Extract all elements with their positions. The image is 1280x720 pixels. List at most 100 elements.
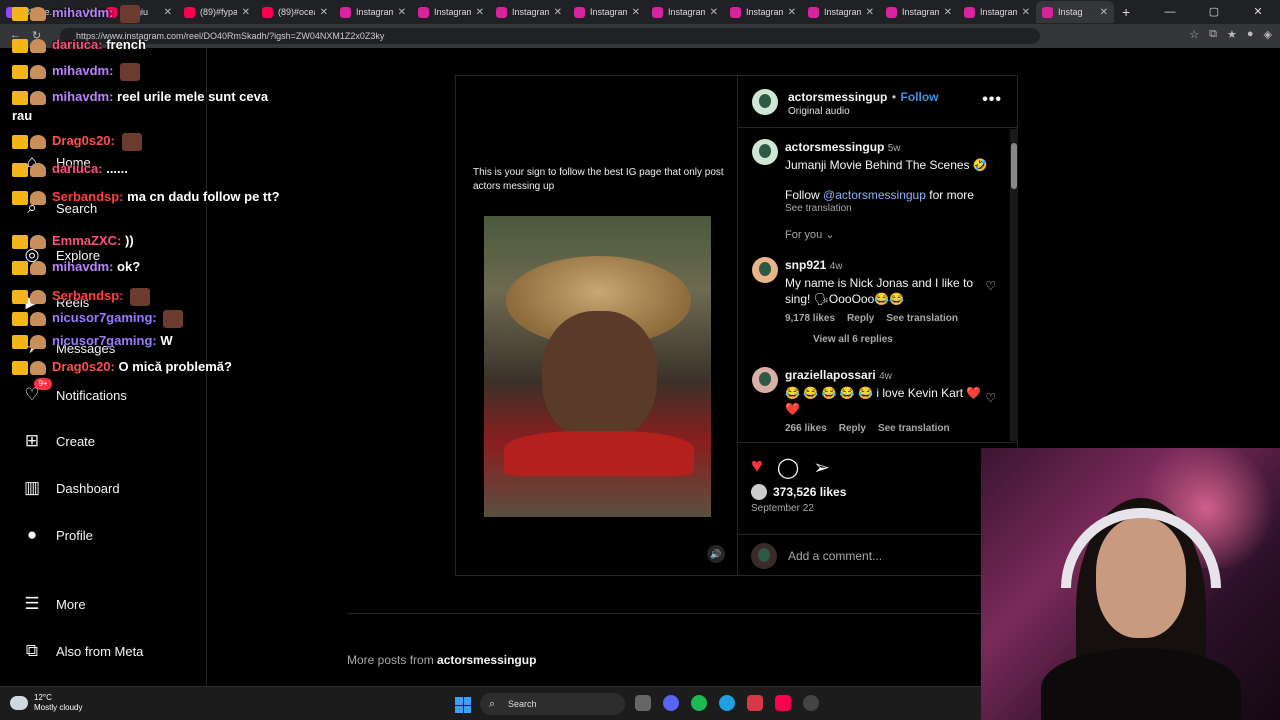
tab-close-icon[interactable]: ✕ <box>1100 7 1108 18</box>
chat-message: nicusor7gaming: <box>12 309 282 328</box>
browser-tab[interactable]: Instagram ✕ <box>490 1 568 23</box>
sidebar-item-more[interactable]: ☰ More <box>22 592 85 616</box>
more-posts-user[interactable]: actorsmessingup <box>437 653 536 667</box>
view-replies[interactable]: View all 6 replies <box>813 334 893 345</box>
author-username[interactable]: actorsmessingup <box>788 90 887 104</box>
chat-username[interactable]: dariuca: <box>52 37 103 52</box>
comment-avatar[interactable] <box>752 257 778 283</box>
discord-icon[interactable] <box>663 695 679 711</box>
favorites-icon[interactable]: ★ <box>1227 28 1237 41</box>
tab-close-icon[interactable]: ✕ <box>476 7 484 18</box>
browser-tab[interactable]: Instagram ✕ <box>334 1 412 23</box>
window-controls: — ▢ ✕ <box>1148 0 1280 24</box>
tab-close-icon[interactable]: ✕ <box>944 7 952 18</box>
extensions-icon[interactable]: ⧉ <box>1209 28 1217 41</box>
for-you-dropdown[interactable]: For you ⌄ <box>785 228 1000 241</box>
chat-username[interactable]: nicusor7gaming: <box>52 310 157 325</box>
minimize-icon[interactable]: — <box>1148 0 1192 24</box>
comments-scrollbar[interactable] <box>1010 129 1018 441</box>
share-icon[interactable]: ➢ <box>813 455 830 480</box>
maximize-icon[interactable]: ▢ <box>1192 0 1236 24</box>
comment-reply[interactable]: Reply <box>839 423 866 434</box>
chat-username[interactable]: Serbandsp: <box>52 288 124 303</box>
chat-username[interactable]: dariuca: <box>52 161 103 176</box>
copilot-icon[interactable]: ◈ <box>1264 28 1272 41</box>
chat-username[interactable]: Serbandsp: <box>52 189 124 204</box>
more-options-icon[interactable]: ••• <box>982 91 1002 109</box>
sidebar-item-also-from-meta[interactable]: ⧉ Also from Meta <box>22 639 144 663</box>
spotify-icon[interactable] <box>691 695 707 711</box>
chat-username[interactable]: Drag0s20: <box>52 133 115 148</box>
menu-icon: ☰ <box>24 594 40 613</box>
follow-button[interactable]: Follow <box>900 90 938 104</box>
likes-count[interactable]: 373,526 likes <box>773 485 846 499</box>
chat-username[interactable]: mihavdm: <box>52 89 113 104</box>
sidebar-item-notifications[interactable]: ♡ Notifications <box>22 383 126 407</box>
taskbar-search[interactable]: ⌕ Search <box>480 693 625 715</box>
tab-favicon-icon <box>340 6 351 18</box>
tab-close-icon[interactable]: ✕ <box>554 7 562 18</box>
tab-close-icon[interactable]: ✕ <box>398 7 406 18</box>
sidebar-item-dashboard[interactable]: ▥ Dashboard <box>22 476 120 500</box>
browser-tab[interactable]: Instagram ✕ <box>958 1 1036 23</box>
browser-tab[interactable]: Instag ✕ <box>1036 1 1114 23</box>
weather-widget[interactable]: 12°C Mostly cloudy <box>10 693 82 713</box>
comment-username[interactable]: graziellapossari <box>785 368 876 382</box>
audio-label[interactable]: Original audio <box>788 106 938 117</box>
comment-likes[interactable]: 266 likes <box>785 423 827 434</box>
volume-icon[interactable]: 🔊 <box>707 545 725 563</box>
comment-likes[interactable]: 9,178 likes <box>785 313 835 324</box>
browser-tab[interactable]: Instagram ✕ <box>412 1 490 23</box>
chat-badges <box>12 89 49 107</box>
profile-icon[interactable]: ● <box>1247 28 1254 41</box>
windows-start-icon[interactable] <box>455 697 471 713</box>
star-icon[interactable]: ☆ <box>1189 28 1199 41</box>
tab-close-icon[interactable]: ✕ <box>632 7 640 18</box>
file-explorer-icon[interactable] <box>635 695 651 711</box>
comment-see-translation[interactable]: See translation <box>886 313 958 324</box>
browser-tab[interactable]: Instagram ✕ <box>724 1 802 23</box>
comment-avatar[interactable] <box>752 367 778 393</box>
edge-icon[interactable] <box>719 695 735 711</box>
like-heart-icon[interactable]: ♥ <box>751 455 763 480</box>
app-icon[interactable] <box>747 695 763 711</box>
comment-icon[interactable]: ◯ <box>777 455 799 480</box>
reel-video[interactable] <box>484 216 711 517</box>
browser-tab[interactable]: Instagram ✕ <box>880 1 958 23</box>
new-tab-button[interactable]: + <box>1122 4 1130 20</box>
close-icon[interactable]: ✕ <box>1236 0 1280 24</box>
tab-close-icon[interactable]: ✕ <box>788 7 796 18</box>
comment-like-icon[interactable]: ♡ <box>985 279 996 293</box>
chat-username[interactable]: EmmaZXC: <box>52 233 121 248</box>
tab-close-icon[interactable]: ✕ <box>866 7 874 18</box>
obs-icon[interactable] <box>803 695 819 711</box>
chat-username[interactable]: mihavdm: <box>52 259 113 274</box>
chat-username[interactable]: mihavdm: <box>52 5 113 20</box>
tiktok-icon[interactable] <box>775 695 791 711</box>
sidebar-item-profile[interactable]: ● Profile <box>22 523 93 547</box>
tab-close-icon[interactable]: ✕ <box>320 7 328 18</box>
sidebar-item-create[interactable]: ⊞ Create <box>22 429 95 453</box>
caption-see-translation[interactable]: See translation <box>785 203 1000 214</box>
chat-username[interactable]: mihavdm: <box>52 63 113 78</box>
browser-tab[interactable]: Instagram ✕ <box>568 1 646 23</box>
comment-username[interactable]: snp921 <box>785 258 826 272</box>
comment-see-translation[interactable]: See translation <box>878 423 950 434</box>
scroll-thumb[interactable] <box>1011 143 1017 189</box>
author-avatar[interactable] <box>752 89 778 115</box>
browser-tab[interactable]: Instagram ✕ <box>802 1 880 23</box>
tab-close-icon[interactable]: ✕ <box>710 7 718 18</box>
comment-reply[interactable]: Reply <box>847 313 874 324</box>
browser-tab[interactable]: Instagram ✕ <box>646 1 724 23</box>
caption-avatar[interactable] <box>752 139 778 165</box>
chat-username[interactable]: Drag0s20: <box>52 359 115 374</box>
chat-username[interactable]: nicusor7gaming: <box>52 333 157 348</box>
add-comment-input[interactable]: Add a comment... <box>788 549 882 563</box>
tab-close-icon[interactable]: ✕ <box>1022 7 1030 18</box>
caption-mention[interactable]: @actorsmessingup <box>823 188 926 202</box>
chat-message: mihavdm: ok? <box>12 258 282 277</box>
caption-username[interactable]: actorsmessingup <box>785 140 884 154</box>
tab-favicon-icon <box>808 6 819 18</box>
chat-emote-icon <box>120 62 141 81</box>
comment-like-icon[interactable]: ♡ <box>985 391 996 405</box>
